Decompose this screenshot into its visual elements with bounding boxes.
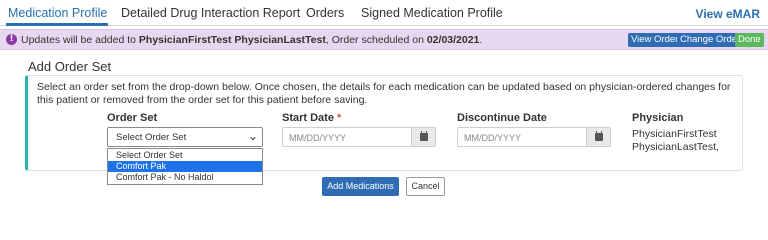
order-set-selected-value: Select Order Set bbox=[116, 132, 187, 143]
dropdown-option-comfort-pak[interactable]: Comfort Pak bbox=[108, 161, 262, 172]
view-order-button[interactable]: View Order bbox=[628, 33, 682, 47]
required-mark: * bbox=[337, 112, 342, 124]
physician-value: PhysicianFirstTest PhysicianLastTest, bbox=[632, 128, 719, 154]
calendar-icon bbox=[420, 131, 428, 141]
discontinue-date-label: Discontinue Date bbox=[457, 112, 547, 124]
add-medications-button[interactable]: Add Medications bbox=[322, 177, 399, 196]
cancel-button[interactable]: Cancel bbox=[406, 177, 445, 196]
section-title: Add Order Set bbox=[28, 59, 112, 74]
order-set-select[interactable]: Select Order Set ⌄ bbox=[107, 127, 263, 147]
active-tab-indicator bbox=[6, 23, 108, 26]
discontinue-date-calendar-button[interactable] bbox=[586, 128, 610, 146]
instructions-text: Select an order set from the drop-down b… bbox=[37, 81, 731, 106]
tab-detailed-drug-interaction-report[interactable]: Detailed Drug Interaction Report bbox=[121, 6, 300, 20]
physician-first-name: PhysicianFirstTest bbox=[632, 128, 717, 140]
tab-medication-profile[interactable]: Medication Profile bbox=[8, 6, 107, 20]
change-order-button[interactable]: Change Order bbox=[677, 33, 744, 47]
start-date-field[interactable]: MM/DD/YYYY bbox=[282, 127, 436, 147]
start-date-placeholder: MM/DD/YYYY bbox=[289, 133, 347, 143]
order-set-dropdown-list: Select Order Set Comfort Pak Comfort Pak… bbox=[107, 148, 263, 185]
dropdown-option-select-order-set[interactable]: Select Order Set bbox=[108, 150, 262, 161]
start-date-calendar-button[interactable] bbox=[411, 128, 435, 146]
chevron-down-icon: ⌄ bbox=[247, 129, 258, 143]
calendar-icon bbox=[595, 131, 603, 141]
done-button[interactable]: Done bbox=[735, 33, 764, 47]
banner-message: Updates will be added to PhysicianFirstT… bbox=[21, 34, 483, 46]
discontinue-date-placeholder: MM/DD/YYYY bbox=[464, 133, 522, 143]
dropdown-option-comfort-pak-no-haldol[interactable]: Comfort Pak - No Haldol bbox=[108, 172, 262, 183]
start-date-label: Start Date * bbox=[282, 112, 342, 124]
tab-bar: Medication Profile Detailed Drug Interac… bbox=[0, 0, 768, 26]
info-icon: ! bbox=[6, 34, 17, 45]
tab-orders[interactable]: Orders bbox=[306, 6, 344, 20]
physician-last-name: PhysicianLastTest, bbox=[632, 141, 719, 153]
tab-signed-medication-profile[interactable]: Signed Medication Profile bbox=[361, 6, 503, 20]
physician-label: Physician bbox=[632, 112, 684, 124]
update-banner: ! Updates will be added to PhysicianFirs… bbox=[0, 29, 768, 50]
view-emar-link[interactable]: View eMAR bbox=[696, 7, 760, 21]
order-set-label: Order Set bbox=[107, 112, 158, 124]
discontinue-date-field[interactable]: MM/DD/YYYY bbox=[457, 127, 611, 147]
